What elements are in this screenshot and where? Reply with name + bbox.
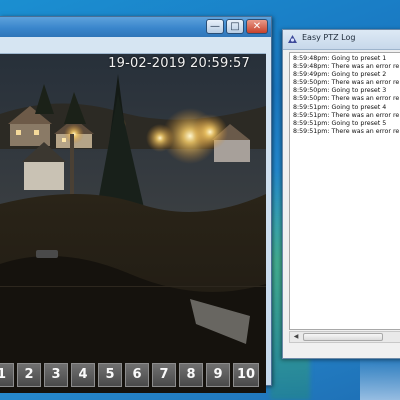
log-entry: 8:59:51pm: There was an error re: [293, 111, 400, 119]
preset-button-4[interactable]: 4: [71, 363, 95, 387]
preset-button-7[interactable]: 7: [152, 363, 176, 387]
log-window: Easy PTZ Log 8:59:48pm: Going to preset …: [282, 29, 400, 359]
log-entry: 8:59:48pm: Going to preset 1: [293, 55, 387, 62]
preset-button-6[interactable]: 6: [125, 363, 149, 387]
camera-timestamp: 19-02-2019 20:59:57: [108, 56, 250, 71]
log-window-title: Easy PTZ Log: [302, 33, 356, 42]
preset-button-2[interactable]: 2: [17, 363, 41, 387]
preset-button-1[interactable]: 1: [0, 363, 14, 387]
log-entry: 8:59:51pm: There was an error re: [293, 127, 400, 135]
log-text-area[interactable]: 8:59:48pm: Going to preset 1 8:59:48pm: T…: [289, 52, 400, 330]
scroll-left-icon[interactable]: ◀: [291, 333, 301, 341]
preset-button-8[interactable]: 8: [179, 363, 203, 387]
preset-button-3[interactable]: 3: [44, 363, 68, 387]
close-button[interactable]: ✕: [246, 19, 268, 34]
log-entry: 8:59:50pm: Going to preset 3: [293, 87, 387, 95]
preset-button-10[interactable]: 10: [233, 363, 259, 387]
maximize-button[interactable]: □: [226, 19, 244, 34]
log-entry: 8:59:49pm: Going to preset 2: [293, 71, 387, 79]
log-entry: 8:59:51pm: Going to preset 5: [293, 119, 387, 127]
preset-button-bar: 1 2 3 4 5 6 7 8 9 10: [0, 363, 266, 389]
log-entry: 8:59:50pm: There was an error re: [293, 79, 400, 87]
camera-window: — □ ✕ 19-02-2019 20:59:57 2 3 4 5 6 7 8 …: [0, 16, 272, 393]
desktop-wallpaper-highlight: [360, 355, 400, 400]
camera-feed[interactable]: 19-02-2019 20:59:57 1 2 3 4 5 6 7 8 9 10: [0, 53, 266, 393]
ptz-app-icon: [288, 35, 297, 43]
preset-button-9[interactable]: 9: [206, 363, 230, 387]
log-entries: 8:59:48pm: Going to preset 1 8:59:48pm: T…: [290, 53, 400, 136]
preset-button-5[interactable]: 5: [98, 363, 122, 387]
camera-window-titlebar[interactable]: — □ ✕: [0, 17, 271, 37]
scrollbar-thumb[interactable]: [303, 333, 383, 341]
log-entry: 8:59:50pm: There was an error re: [293, 95, 400, 103]
minimize-button[interactable]: —: [206, 19, 224, 34]
log-window-titlebar[interactable]: Easy PTZ Log: [283, 30, 400, 50]
log-entry: 8:59:51pm: Going to preset 4: [293, 103, 387, 111]
camera-feed-scene: [0, 54, 266, 393]
log-entry: 8:59:48pm: There was an error re: [293, 63, 400, 71]
log-horizontal-scrollbar[interactable]: ◀: [289, 331, 400, 343]
